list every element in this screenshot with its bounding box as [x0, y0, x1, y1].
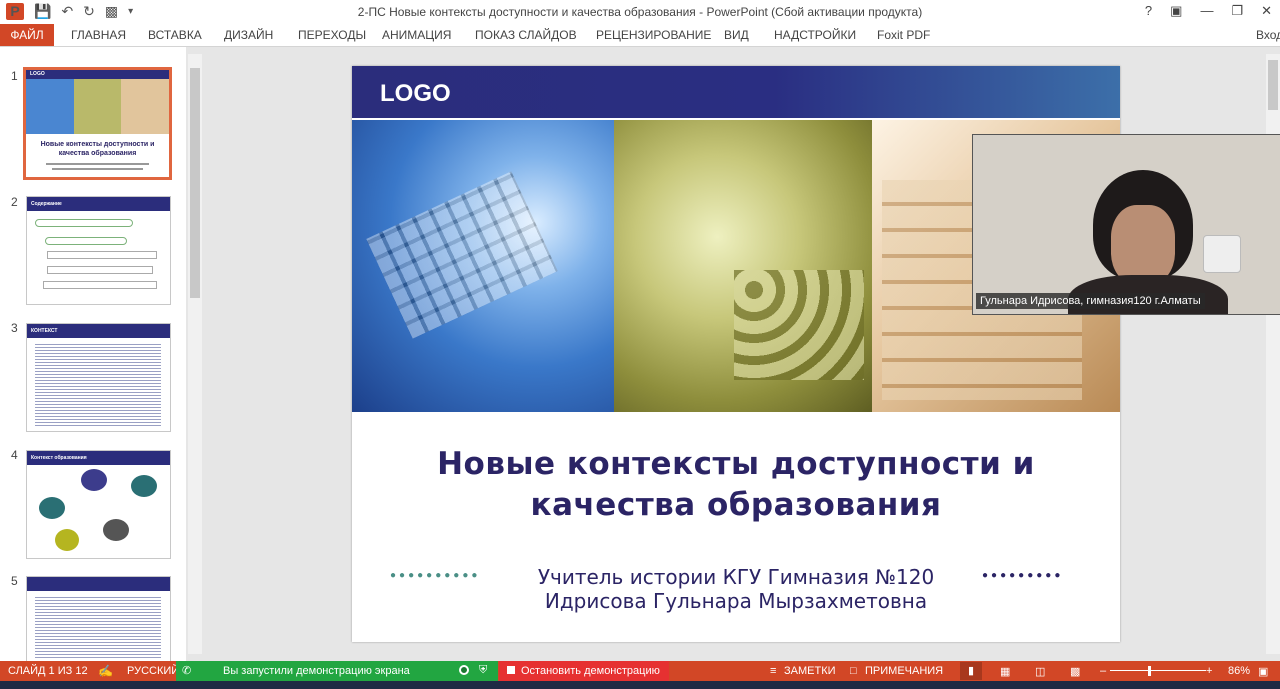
slide-title-line2: качества образования — [530, 487, 942, 523]
shield-icon: ⛨ — [479, 664, 488, 676]
slide-image-globe-calculator — [614, 120, 872, 412]
tab-insert[interactable]: ВСТАВКА — [148, 28, 202, 42]
os-taskbar — [0, 681, 1280, 689]
ribbon-display-options-icon[interactable]: ▣ — [1170, 3, 1182, 19]
webcam-participant-name: Гульнара Идрисова, гимназия120 г.Алматы — [976, 293, 1205, 309]
tab-home[interactable]: ГЛАВНАЯ — [71, 28, 126, 42]
tab-view[interactable]: ВИД — [724, 28, 749, 42]
slide-image-keyboard-clock — [352, 120, 614, 412]
restore-button[interactable]: ❐ — [1231, 3, 1243, 19]
phone-icon: ✆ — [182, 665, 192, 677]
fit-slide-icon[interactable]: ▣ — [1258, 665, 1268, 678]
thumbnail-slide-5[interactable] — [26, 576, 171, 663]
webcam-video-overlay: Гульнара Идрисова, гимназия120 г.Алматы — [972, 134, 1280, 315]
tab-slideshow[interactable]: ПОКАЗ СЛАЙДОВ — [475, 28, 577, 42]
notes-proofing-icon[interactable]: ✍ — [98, 664, 113, 678]
zoom-out-button[interactable]: – — [1100, 665, 1106, 677]
title-bar: P 💾 ↶ ↻ ▩ ▾ 2-ПС Новые контексты доступн… — [0, 0, 1280, 24]
zoom-slider-thumb[interactable] — [1148, 666, 1151, 676]
tab-review[interactable]: РЕЦЕНЗИРОВАНИЕ — [596, 28, 711, 42]
thumbnail-number: 5 — [11, 574, 18, 588]
comments-button[interactable]: ПРИМЕЧАНИЯ — [865, 665, 943, 677]
language-indicator[interactable]: РУССКИЙ — [127, 665, 179, 677]
thumbnail-images — [26, 79, 169, 134]
thumbnail-slide-3[interactable]: КОНТЕКСТ — [26, 323, 171, 432]
scrollbar-thumb[interactable] — [1268, 60, 1278, 110]
thumbnail-number: 1 — [11, 69, 18, 83]
tab-file[interactable]: ФАЙЛ — [0, 24, 54, 46]
thumbnail-title: Контекст образования — [27, 451, 170, 465]
minimize-button[interactable]: — — [1200, 3, 1213, 19]
normal-view-icon[interactable]: ▮ — [960, 662, 982, 680]
tab-addins[interactable]: НАДСТРОЙКИ — [774, 28, 856, 42]
thumbnail-title: КОНТЕКСТ — [27, 324, 170, 338]
thumbnail-slide-4[interactable]: Контекст образования — [26, 450, 171, 559]
thumbnails-scrollbar[interactable] — [188, 54, 202, 654]
window-controls: ? ▣ — ❐ ✕ — [1145, 3, 1272, 19]
ribbon-tabs: ФАЙЛ ГЛАВНАЯ ВСТАВКА ДИЗАЙН ПЕРЕХОДЫ АНИ… — [0, 24, 1280, 47]
scrollbar-thumb[interactable] — [190, 68, 200, 298]
thumbnail-header-bar — [27, 577, 170, 591]
slide-subtitle-line1: Учитель истории КГУ Гимназия №120 — [537, 565, 935, 589]
tab-design[interactable]: ДИЗАЙН — [224, 28, 273, 42]
close-button[interactable]: ✕ — [1261, 3, 1272, 19]
zoom-level[interactable]: 86% — [1228, 665, 1250, 677]
thumbnail-title: Новые контексты доступности и качества о… — [40, 141, 155, 157]
tab-transitions[interactable]: ПЕРЕХОДЫ — [298, 28, 366, 42]
slide-header-bar — [352, 66, 1120, 118]
window-title: 2-ПС Новые контексты доступности и качес… — [357, 5, 923, 19]
help-button[interactable]: ? — [1145, 3, 1152, 19]
screen-share-status: Вы запустили демонстрацию экрана — [223, 665, 410, 677]
slide-subtitle-line2: Идрисова Гульнара Мырзахметовна — [544, 589, 928, 613]
notes-icon: ≡ — [770, 665, 777, 677]
stop-icon — [507, 666, 515, 674]
zoom-in-button[interactable]: + — [1206, 665, 1212, 677]
slideshow-view-icon[interactable]: ▩ — [1070, 665, 1080, 678]
signin-link[interactable]: Вход — [1256, 28, 1280, 42]
notes-button[interactable]: ЗАМЕТКИ — [784, 665, 836, 677]
slide-logo: LOGO — [380, 80, 451, 107]
thumbnail-slide-2[interactable]: Содержание — [26, 196, 171, 305]
slide-sorter-icon[interactable]: ▦ — [1000, 665, 1010, 678]
slide-thumbnails-pane: 1 LOGO Новые контексты доступности и кач… — [0, 47, 186, 663]
thumbnail-number: 3 — [11, 321, 18, 335]
comments-icon: □ — [850, 665, 857, 677]
stop-share-button[interactable]: Остановить демонстрацию — [499, 661, 669, 681]
thumbnail-logo-text: LOGO — [26, 70, 169, 79]
tab-animations[interactable]: АНИМАЦИЯ — [382, 28, 451, 42]
thumbnail-number: 2 — [11, 195, 18, 209]
recording-indicator-icon — [459, 665, 469, 675]
slide-counter: СЛАЙД 1 ИЗ 12 — [8, 665, 88, 677]
stop-share-label: Остановить демонстрацию — [521, 665, 660, 677]
slide-subtitle: Учитель истории КГУ Гимназия №120 Идрисо… — [352, 565, 1120, 613]
reading-view-icon[interactable]: ◫ — [1035, 665, 1045, 678]
thumbnail-title: Содержание — [27, 197, 170, 211]
slide-title: Новые контексты доступности и качества о… — [352, 444, 1120, 526]
thumbnail-number: 4 — [11, 448, 18, 462]
slide-title-line1: Новые контексты доступности и — [437, 446, 1035, 482]
thumbnail-slide-1[interactable]: LOGO Новые контексты доступности и качес… — [23, 67, 172, 180]
screen-share-banner: ✆ Вы запустили демонстрацию экрана ⛨ — [176, 661, 498, 681]
tab-foxit-pdf[interactable]: Foxit PDF — [877, 28, 930, 42]
zoom-slider[interactable] — [1110, 670, 1206, 671]
